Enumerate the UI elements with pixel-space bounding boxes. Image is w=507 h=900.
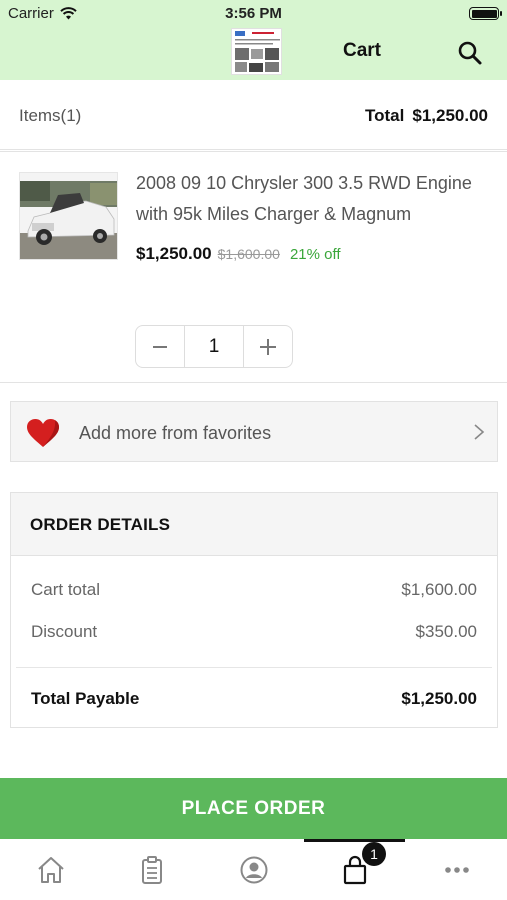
cart-item: 2008 09 10 Chrysler 300 3.5 RWD Engine w… <box>0 151 507 383</box>
status-bar: Carrier 3:56 PM <box>0 0 507 28</box>
heart-icon <box>27 419 59 447</box>
cart-total-label: Cart total <box>31 580 100 599</box>
cart-total: Total $1,250.00 <box>365 106 488 126</box>
more-icon <box>444 866 469 873</box>
tab-more[interactable] <box>406 839 507 900</box>
quantity-value: 1 <box>184 326 244 367</box>
decrement-button[interactable] <box>136 326 184 367</box>
original-price: $1,600.00 <box>217 246 280 262</box>
battery-icon <box>469 7 502 20</box>
minus-icon <box>153 345 167 348</box>
tab-cart[interactable]: 1 <box>304 839 405 900</box>
total-payable-label: Total Payable <box>31 689 140 708</box>
page-title: Cart <box>343 40 382 61</box>
product-name[interactable]: 2008 09 10 Chrysler 300 3.5 RWD Engine w… <box>136 168 496 230</box>
tab-profile[interactable] <box>203 839 304 900</box>
app-header: Cart <box>0 28 507 80</box>
tab-home[interactable] <box>0 839 101 900</box>
tab-orders[interactable] <box>101 839 202 900</box>
total-value: $1,250.00 <box>412 106 488 125</box>
search-button[interactable] <box>457 40 483 66</box>
total-payable-row: Total Payable $1,250.00 <box>31 689 477 709</box>
cart-count-badge: 1 <box>362 842 386 866</box>
order-details-title: ORDER DETAILS <box>11 493 497 556</box>
home-icon <box>37 856 64 883</box>
price-row: $1,250.00 $1,600.00 21% off <box>136 244 341 264</box>
order-details-card: ORDER DETAILS Cart total $1,600.00 Disco… <box>10 492 498 728</box>
bottom-tab-bar: 1 <box>0 839 507 900</box>
favorites-label: Add more from favorites <box>79 423 272 443</box>
cart-summary-bar: Items(1) Total $1,250.00 <box>0 80 507 150</box>
chevron-right-icon <box>474 424 485 440</box>
quantity-stepper: 1 <box>135 325 293 368</box>
discount-percent: 21% off <box>289 246 341 263</box>
total-label: Total <box>365 106 405 125</box>
place-order-button[interactable]: PLACE ORDER <box>0 778 507 839</box>
discount-value: $350.00 <box>415 622 477 641</box>
sale-price: $1,250.00 <box>136 244 212 263</box>
divider <box>16 667 492 668</box>
store-logo[interactable] <box>231 28 282 75</box>
profile-icon <box>240 856 267 883</box>
add-from-favorites-row[interactable]: Add more from favorites <box>10 401 498 462</box>
search-icon <box>458 41 482 65</box>
clipboard-icon <box>141 855 162 884</box>
status-time: 3:56 PM <box>225 5 282 22</box>
total-payable-value: $1,250.00 <box>401 689 477 708</box>
discount-label: Discount <box>31 622 98 641</box>
cart-total-row: Cart total $1,600.00 <box>31 580 477 600</box>
increment-button[interactable] <box>244 326 292 367</box>
product-image[interactable] <box>19 172 118 260</box>
discount-row: Discount $350.00 <box>31 622 477 642</box>
items-count: Items(1) <box>19 106 82 125</box>
cart-total-value: $1,600.00 <box>401 580 477 599</box>
plus-icon <box>260 338 276 355</box>
